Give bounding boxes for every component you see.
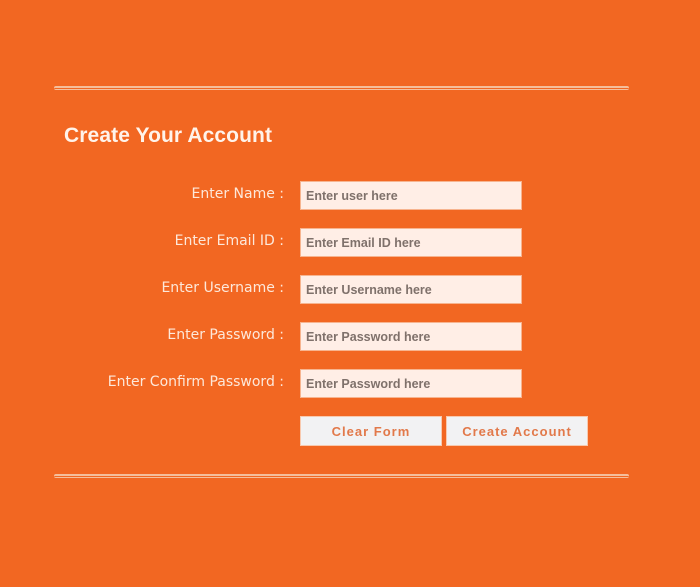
confirm-password-input[interactable] xyxy=(300,369,522,398)
create-account-button[interactable]: Create Account xyxy=(446,416,588,446)
email-label: Enter Email ID : xyxy=(174,233,284,249)
top-divider xyxy=(54,86,629,90)
password-label: Enter Password : xyxy=(167,327,284,343)
password-input[interactable] xyxy=(300,322,522,351)
clear-form-button[interactable]: Clear Form xyxy=(300,416,442,446)
email-row: Enter Email ID : xyxy=(0,228,700,258)
confirm-password-label: Enter Confirm Password : xyxy=(107,374,284,390)
username-row: Enter Username : xyxy=(0,275,700,305)
email-input[interactable] xyxy=(300,228,522,257)
password-row: Enter Password : xyxy=(0,322,700,352)
name-input[interactable] xyxy=(300,181,522,210)
name-label: Enter Name : xyxy=(191,186,285,202)
name-row: Enter Name : xyxy=(0,181,700,211)
username-input[interactable] xyxy=(300,275,522,304)
username-label: Enter Username : xyxy=(161,280,284,296)
page-title: Create Your Account xyxy=(64,124,273,147)
bottom-divider xyxy=(54,474,629,478)
confirm-password-row: Enter Confirm Password : xyxy=(0,369,700,399)
